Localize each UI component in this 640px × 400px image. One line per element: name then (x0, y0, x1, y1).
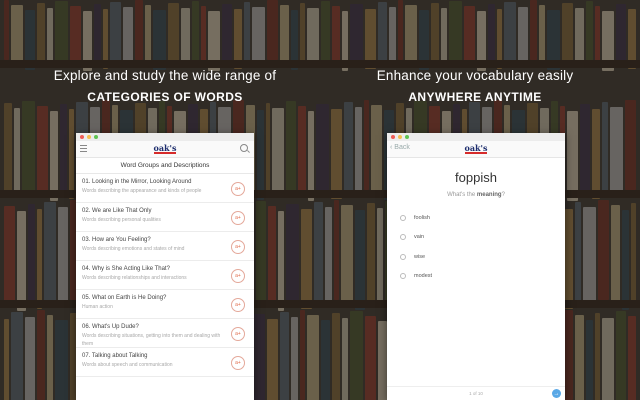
maximize-dot[interactable] (405, 135, 409, 139)
question-keyword: meaning (476, 192, 502, 198)
word-group-item[interactable]: 02. We are Like That Only Words describin… (76, 203, 254, 232)
logo-underline (465, 152, 487, 154)
word-group-description: Words describing relationships and inter… (82, 275, 187, 281)
window-titlebar (387, 133, 565, 141)
answer-option[interactable]: foolish (387, 208, 565, 228)
radio-icon[interactable] (400, 253, 406, 260)
add-icon[interactable]: a+ (231, 298, 245, 312)
logo-underline (154, 152, 176, 154)
add-icon[interactable]: a+ (231, 356, 245, 370)
search-icon[interactable] (240, 144, 248, 152)
right-headline-line1: Enhance your vocabulary easily (376, 68, 574, 83)
radio-icon[interactable] (400, 234, 406, 241)
word-group-description: Words describing the appearance and kind… (82, 188, 202, 194)
minimize-dot[interactable] (398, 135, 402, 139)
word-group-title: 03. How are You Feeling? (82, 237, 151, 243)
word-group-item[interactable]: 06. What's Up Dude? Words describing situ… (76, 319, 254, 348)
minimize-dot[interactable] (87, 135, 91, 139)
back-chevron-icon: ‹ (390, 144, 393, 151)
word-group-item[interactable]: 03. How are You Feeling? Words describing… (76, 232, 254, 261)
close-dot[interactable] (80, 135, 84, 139)
close-dot[interactable] (391, 135, 395, 139)
add-icon[interactable]: a+ (231, 211, 245, 225)
word-group-description: Words describing emotions and states of … (82, 246, 185, 252)
arrow-right-icon: → (553, 390, 560, 397)
answer-option-label: foolish (414, 214, 430, 221)
add-icon[interactable]: a+ (231, 240, 245, 254)
add-icon[interactable]: a+ (231, 182, 245, 196)
word-group-item[interactable]: 04. Why is She Acting Like That? Words de… (76, 261, 254, 290)
word-group-item[interactable]: 01. Looking in the Mirror, Looking Aroun… (76, 174, 254, 203)
word-group-title: 02. We are Like That Only (82, 208, 152, 214)
answer-options: foolish vain wise modest (387, 208, 565, 286)
left-headline-line1: Explore and study the wide range of (53, 68, 277, 83)
answer-option[interactable]: wise (387, 247, 565, 267)
word-group-title: 01. Looking in the Mirror, Looking Aroun… (82, 179, 192, 185)
question-prefix: What's the (447, 192, 477, 198)
answer-option-label: wise (414, 253, 426, 260)
word-group-title: 05. What on Earth is He Doing? (82, 295, 167, 301)
back-label: Back (394, 144, 410, 151)
word-group-title: 07. Talking about Talking (82, 353, 148, 359)
answer-option-label: vain (414, 234, 425, 241)
quiz-question: What's the meaning? (387, 192, 565, 198)
right-headline: Enhance your vocabulary easily ANYWHERE … (340, 68, 610, 104)
app-bar: oak's (76, 141, 254, 158)
word-group-item[interactable]: 05. What on Earth is He Doing? Human acti… (76, 290, 254, 319)
word-group-item[interactable]: 07. Talking about Talking Words about spe… (76, 348, 254, 377)
answer-option-label: modest (414, 273, 433, 280)
answer-option[interactable]: vain (387, 228, 565, 248)
menu-icon[interactable] (80, 145, 87, 154)
quiz-footer: 1 of 10 → (387, 386, 565, 400)
quiz-window: ‹ Back oak's foppish What's the meaning?… (387, 133, 565, 400)
right-headline-line2: ANYWHERE ANYTIME (408, 90, 542, 104)
maximize-dot[interactable] (94, 135, 98, 139)
back-button[interactable]: ‹ Back (390, 144, 410, 151)
word-group-description: Words describing personal qualities (82, 217, 161, 223)
add-icon[interactable]: a+ (231, 269, 245, 283)
add-icon[interactable]: a+ (231, 327, 245, 341)
word-group-description: Words describing situations, getting int… (82, 333, 221, 347)
radio-icon[interactable] (400, 273, 406, 280)
question-suffix: ? (501, 192, 505, 198)
question-counter: 1 of 10 (469, 391, 483, 396)
window-titlebar (76, 133, 254, 141)
section-title: Word Groups and Descriptions (76, 158, 254, 174)
word-group-description: Words about speech and communication (82, 362, 173, 368)
word-group-list: 01. Looking in the Mirror, Looking Aroun… (76, 174, 254, 377)
word-groups-window: oak's Word Groups and Descriptions 01. L… (76, 133, 254, 400)
left-headline: Explore and study the wide range of CATE… (30, 68, 300, 104)
word-group-title: 06. What's Up Dude? (82, 324, 139, 330)
app-bar: ‹ Back oak's (387, 141, 565, 158)
word-group-description: Human action (82, 304, 113, 310)
answer-option[interactable]: modest (387, 267, 565, 287)
left-headline-line2: CATEGORIES OF WORDS (87, 90, 243, 104)
next-button[interactable]: → (552, 389, 561, 398)
word-group-title: 04. Why is She Acting Like That? (82, 266, 170, 272)
radio-icon[interactable] (400, 214, 406, 221)
quiz-word: foppish (455, 170, 497, 185)
